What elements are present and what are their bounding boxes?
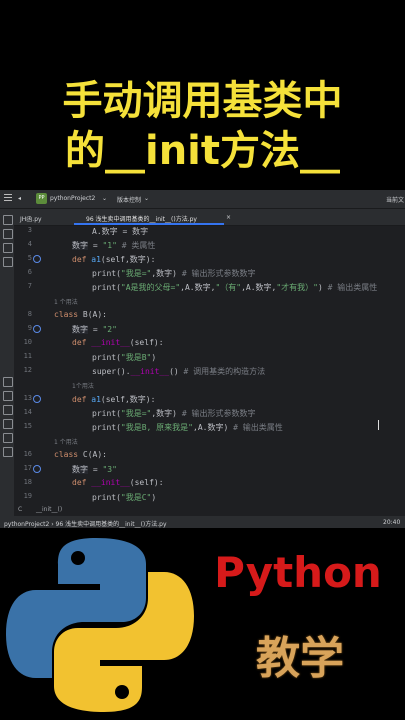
line-number: 9 (27, 324, 32, 332)
folder-icon[interactable] (3, 215, 13, 225)
override-marker-icon[interactable] (33, 255, 41, 263)
usages-hint[interactable]: 1个用法 (72, 381, 94, 390)
override-marker-icon[interactable] (33, 395, 41, 403)
code-line-10: def __init__(self): (72, 338, 164, 347)
video-title-line-2: 的__init方法__ (64, 128, 341, 174)
code-line-6: print("我是=",数字) # 输出形式参数数字 (92, 269, 256, 278)
project-icon: PP (36, 193, 47, 204)
tab-jh-file[interactable]: JH函.py (20, 214, 42, 223)
vcs-menu[interactable]: 版本控制 (117, 195, 141, 204)
usages-hint[interactable]: 1 个用法 (54, 297, 78, 306)
line-number: 10 (23, 338, 32, 346)
status-path[interactable]: pythonProject2 › 96 浅生卖中调用基类的__init__()方… (4, 519, 167, 528)
teaching-banner-text: 教学 (256, 633, 344, 684)
line-number: 14 (23, 408, 32, 416)
override-marker-icon[interactable] (33, 465, 41, 473)
line-number: 18 (23, 478, 32, 486)
code-editor[interactable]: 3 4 5 6 7 8 9 10 11 12 13 14 15 16 17 18… (0, 226, 405, 518)
code-line-8: class B(A): (54, 310, 107, 319)
code-line-13: def a1(self,数字): (72, 395, 156, 404)
editor-tabs: JH函.py 96 浅生卖中调用基类的__init__()方法.py × (14, 209, 405, 226)
python-banner-text: Python (214, 548, 382, 597)
project-name[interactable]: pythonProject2 (50, 195, 95, 202)
status-position[interactable]: 20:40 (383, 519, 400, 526)
code-line-12: super().__init__() # 调用基类的构造方法 (92, 367, 266, 376)
status-bar: pythonProject2 › 96 浅生卖中调用基类的__init__()方… (0, 516, 405, 528)
code-line-18: def __init__(self): (72, 478, 164, 487)
text-cursor (378, 420, 379, 430)
line-number: 8 (27, 310, 32, 318)
line-number: 19 (23, 492, 32, 500)
line-number: 15 (23, 422, 32, 430)
line-number: 7 (27, 282, 32, 290)
code-line-11: print("我是B") (92, 353, 157, 362)
back-arrow-icon[interactable]: ◂ (18, 195, 21, 202)
line-number: 3 (27, 226, 32, 234)
usages-hint[interactable]: 1 个用法 (54, 437, 78, 446)
active-tab-indicator (74, 223, 224, 225)
code-line-4: 数字 = "1" # 类属性 (72, 241, 156, 250)
close-tab-icon[interactable]: × (226, 214, 231, 221)
code-line-5: def a1(self,数字): (72, 255, 156, 264)
code-line-14: print("我是=",数字) # 输出形式参数数字 (92, 409, 256, 418)
code-line-16: class C(A): (54, 450, 107, 459)
line-number: 13 (23, 394, 32, 402)
line-number: 16 (23, 450, 32, 458)
current-file-label[interactable]: 当前文 (386, 195, 404, 204)
main-menu-icon[interactable] (4, 194, 12, 202)
implemented-marker-icon[interactable] (33, 325, 41, 333)
code-line-7: print("A是我的父母=",A.数字,"（有",A.数字,"才有我）") #… (92, 283, 378, 292)
chevron-down-icon[interactable]: ⌄ (144, 195, 149, 202)
line-number: 12 (23, 366, 32, 374)
video-title-line-1: 手动调用基类中 (62, 78, 343, 124)
code-breadcrumb[interactable]: C __init__() (14, 502, 405, 516)
line-number: 6 (27, 268, 32, 276)
line-number: 17 (23, 464, 32, 472)
python-logo (6, 538, 194, 712)
code-line-15: print("我是B, 原来我是",A.数字) # 输出类属性 (92, 423, 283, 432)
line-number: 11 (23, 352, 32, 360)
line-number: 4 (27, 240, 32, 248)
ide-window: ◂ PP pythonProject2 ⌄ 版本控制 ⌄ 当前文 JH函.py … (0, 190, 405, 528)
ide-title-bar: ◂ PP pythonProject2 ⌄ 版本控制 ⌄ 当前文 (0, 190, 405, 209)
code-line-17: 数字 = "3" (72, 465, 117, 474)
code-line-9: 数字 = "2" (72, 325, 117, 334)
tab-current-file[interactable]: 96 浅生卖中调用基类的__init__()方法.py (86, 214, 197, 223)
line-number: 5 (27, 254, 32, 262)
code-line-3: A.数字 = 数字 (92, 227, 149, 236)
chevron-down-icon[interactable]: ⌄ (102, 195, 107, 202)
